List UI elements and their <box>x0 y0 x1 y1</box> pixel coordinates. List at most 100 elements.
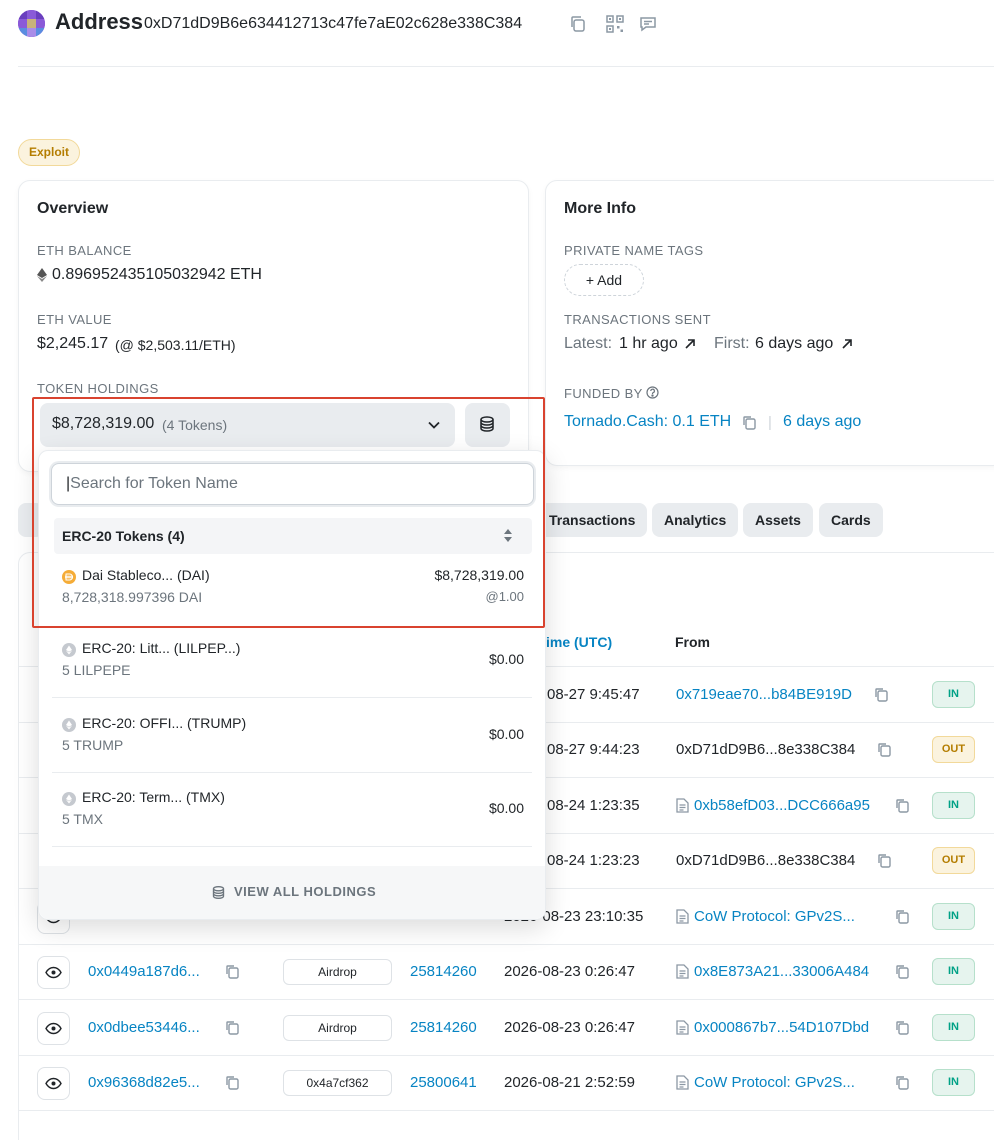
direction-badge: OUT <box>932 735 975 763</box>
overview-title: Overview <box>37 200 109 217</box>
row-divider <box>19 944 994 945</box>
tx-hash-link[interactable]: 0x96368d82e5... <box>88 1074 200 1091</box>
contract-icon <box>676 1074 689 1090</box>
token-name: ERC-20: Litt... (LILPEP...) <box>82 640 241 656</box>
token-divider <box>52 846 532 847</box>
method-badge[interactable]: Airdrop <box>283 958 392 985</box>
tab-cards[interactable]: Cards <box>819 503 883 537</box>
column-header-from: From <box>675 634 710 650</box>
contract-icon <box>676 797 689 813</box>
from-address[interactable]: 0x8E873A21...33006A484 <box>694 963 869 980</box>
method-badge[interactable]: Airdrop <box>283 1014 392 1041</box>
preview-eye-button[interactable] <box>37 955 70 989</box>
row-divider <box>19 1055 994 1056</box>
tab-transactions[interactable]: Transactions <box>537 503 648 537</box>
column-header-time[interactable]: ime (UTC) <box>546 634 612 650</box>
view-all-holdings-button[interactable]: VIEW ALL HOLDINGS <box>39 866 545 919</box>
first-label: First: <box>714 335 750 352</box>
funded-by-link[interactable]: Tornado.Cash: 0.1 ETH <box>564 413 731 431</box>
tx-time: 08-24 1:23:23 <box>547 851 640 869</box>
copy-icon[interactable] <box>874 687 889 702</box>
tx-time: 2026-08-23 0:26:47 <box>504 962 635 980</box>
eth-token-icon <box>62 718 76 732</box>
copy-icon[interactable] <box>877 742 892 757</box>
preview-eye-button[interactable] <box>37 1011 70 1045</box>
qr-code-icon[interactable] <box>606 15 624 33</box>
tx-sent-label: TRANSACTIONS SENT <box>564 312 711 327</box>
tx-time: 2026-08-21 2:52:59 <box>504 1073 635 1091</box>
copy-icon[interactable] <box>877 853 892 868</box>
copy-icon[interactable] <box>895 1075 910 1090</box>
block-link[interactable]: 25814260 <box>410 1019 477 1036</box>
from-address[interactable]: 0x719eae70...b84BE919D <box>676 686 852 703</box>
comment-icon[interactable] <box>639 15 657 33</box>
token-value: $0.00 <box>488 800 524 816</box>
funded-time-link[interactable]: 6 days ago <box>783 413 861 431</box>
copy-icon[interactable] <box>225 1020 240 1035</box>
direction-badge: IN <box>932 957 975 985</box>
eth-price: (@ $2,503.11/ETH) <box>115 337 236 353</box>
from-address[interactable]: 0xb58efD03...DCC666a95 <box>694 797 870 814</box>
eth-balance-label: ETH BALANCE <box>37 243 132 258</box>
direction-badge: IN <box>932 1013 975 1041</box>
block-link[interactable]: 25800641 <box>410 1074 477 1091</box>
header-divider <box>18 66 994 67</box>
token-amount: 5 LILPEPE <box>62 662 131 678</box>
token-amount: 5 TMX <box>62 811 103 827</box>
contract-icon <box>676 908 689 924</box>
latest-label: Latest: <box>564 335 613 352</box>
token-holdings-label: TOKEN HOLDINGS <box>37 381 159 396</box>
row-divider <box>19 1110 994 1111</box>
copy-icon[interactable] <box>895 909 910 924</box>
from-address[interactable]: CoW Protocol: GPv2S... <box>694 908 855 925</box>
from-address[interactable]: CoW Protocol: GPv2S... <box>694 1074 855 1091</box>
direction-badge: IN <box>932 680 975 708</box>
direction-badge: IN <box>932 791 975 819</box>
copy-icon[interactable] <box>895 798 910 813</box>
direction-badge: OUT <box>932 846 975 874</box>
eth-value-label: ETH VALUE <box>37 312 112 327</box>
page-title: Address <box>55 9 144 34</box>
method-badge[interactable]: 0x4a7cf362 <box>283 1069 392 1096</box>
block-link[interactable]: 25814260 <box>410 963 477 980</box>
direction-badge: IN <box>932 1068 975 1096</box>
token-name: ERC-20: Term... (TMX) <box>82 789 225 805</box>
eth-token-icon <box>62 643 76 657</box>
copy-icon[interactable] <box>225 964 240 979</box>
token-amount: 5 TRUMP <box>62 737 124 753</box>
exploit-tag[interactable]: Exploit <box>18 139 81 166</box>
token-value: $0.00 <box>488 651 524 667</box>
arrow-up-right-icon[interactable] <box>841 338 853 350</box>
tx-time: 08-27 9:45:47 <box>547 685 640 703</box>
add-tag-button[interactable]: + Add <box>564 264 644 296</box>
from-address: 0xD71dD9B6...8e338C384 <box>676 851 856 869</box>
copy-icon[interactable] <box>569 15 587 33</box>
from-address[interactable]: 0x000867b7...54D107Dbd <box>694 1019 869 1036</box>
tab-assets[interactable]: Assets <box>743 503 813 537</box>
help-icon[interactable] <box>646 386 659 399</box>
copy-icon[interactable] <box>895 964 910 979</box>
copy-icon[interactable] <box>895 1020 910 1035</box>
first-value[interactable]: 6 days ago <box>755 335 833 353</box>
private-tags-label: PRIVATE NAME TAGS <box>564 243 704 258</box>
tx-time: 08-27 9:44:23 <box>547 740 640 758</box>
contract-icon <box>676 1019 689 1035</box>
tx-time: 2026-08-23 0:26:47 <box>504 1018 635 1036</box>
preview-eye-button[interactable] <box>37 1066 70 1100</box>
tx-hash-link[interactable]: 0x0449a187d6... <box>88 963 200 980</box>
tx-time: 08-24 1:23:35 <box>547 796 640 814</box>
tx-hash-link[interactable]: 0x0dbee53446... <box>88 1019 200 1036</box>
highlight-box <box>32 397 545 628</box>
copy-icon[interactable] <box>742 415 757 430</box>
latest-value[interactable]: 1 hr ago <box>619 335 678 353</box>
copy-icon[interactable] <box>225 1075 240 1090</box>
row-divider <box>19 999 994 1000</box>
arrow-up-right-icon[interactable] <box>684 338 696 350</box>
contract-icon <box>676 963 689 979</box>
eth-value: $2,245.17 <box>37 335 109 352</box>
coins-icon <box>211 885 226 900</box>
tab-analytics[interactable]: Analytics <box>652 503 739 537</box>
token-divider <box>52 772 532 773</box>
eth-balance-value: 0.896952435105032942 ETH <box>52 266 262 283</box>
eth-icon <box>37 268 47 282</box>
